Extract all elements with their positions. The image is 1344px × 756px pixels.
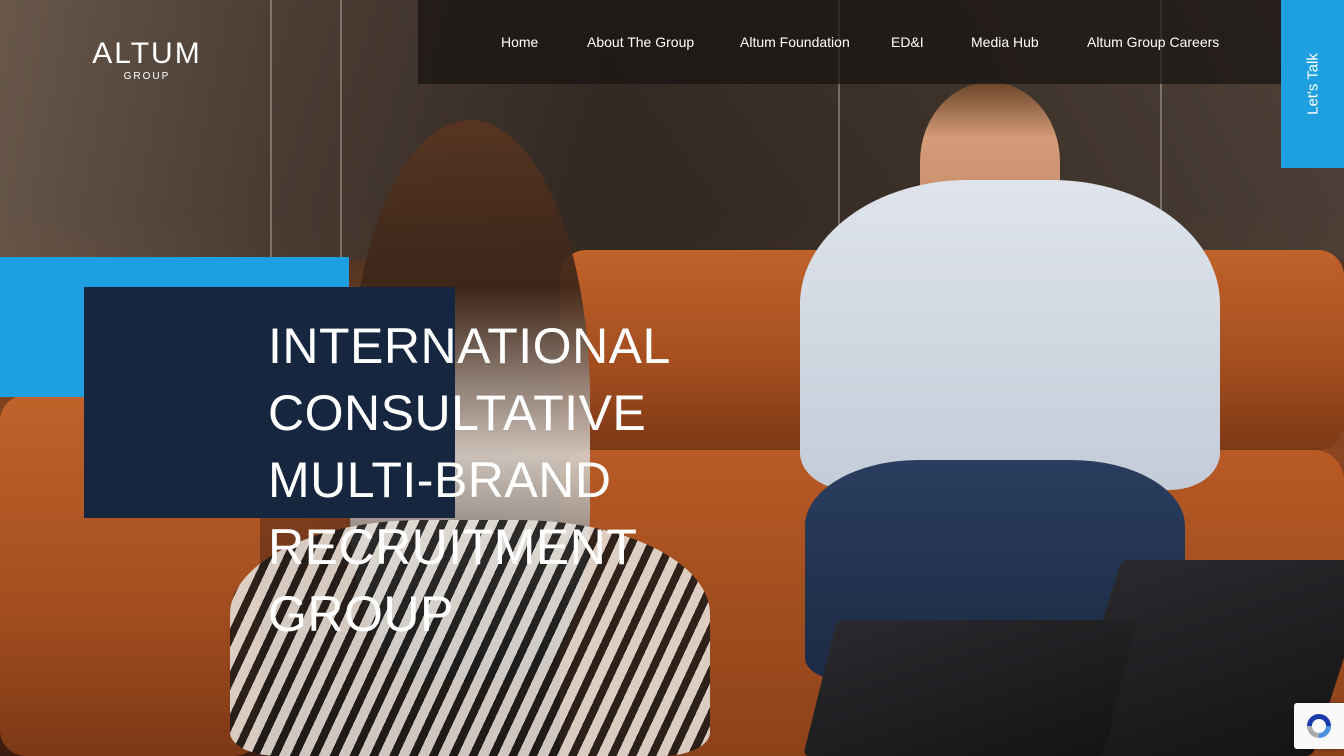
glass-partition (270, 0, 272, 300)
nav-item-about-the-group[interactable]: About The Group (587, 33, 694, 51)
nav-item-edi[interactable]: ED&I (891, 33, 924, 51)
lets-talk-button[interactable]: Let's Talk (1281, 0, 1344, 168)
logo-subtitle: GROUP (123, 71, 171, 82)
page: ALTUM GROUP Home About The Group Altum F… (0, 0, 1344, 756)
hero-headline-line: GROUP (268, 586, 454, 642)
nav-item-home[interactable]: Home (501, 33, 538, 51)
hero-headline-line: RECRUITMENT (268, 519, 638, 575)
hero-headline: INTERNATIONAL CONSULTATIVE MULTI-BRAND R… (268, 313, 671, 648)
laptop (803, 620, 1137, 756)
hero-headline-line: CONSULTATIVE (268, 385, 647, 441)
hero-headline-line: MULTI-BRAND (268, 452, 612, 508)
glass-partition (340, 0, 342, 300)
nav-item-altum-foundation[interactable]: Altum Foundation (740, 33, 850, 51)
lets-talk-label: Let's Talk (1304, 53, 1321, 115)
recaptcha-badge[interactable] (1294, 703, 1344, 749)
main-navigation: Home About The Group Altum Foundation ED… (418, 0, 1281, 84)
nav-item-altum-group-careers[interactable]: Altum Group Careers (1087, 33, 1219, 51)
man-shirt (800, 180, 1220, 490)
altum-group-logo[interactable]: ALTUM GROUP (86, 38, 208, 83)
hero-headline-line: INTERNATIONAL (268, 318, 671, 374)
logo-wordmark: ALTUM (92, 37, 202, 70)
nav-item-media-hub[interactable]: Media Hub (971, 33, 1039, 51)
recaptcha-icon (1307, 714, 1331, 738)
